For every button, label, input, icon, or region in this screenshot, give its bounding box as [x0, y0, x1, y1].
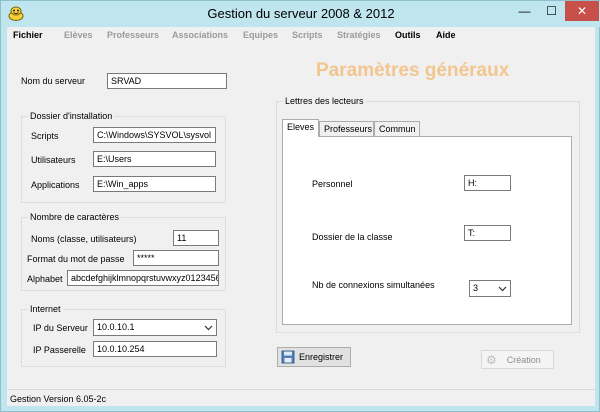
menu-scripts[interactable]: Scripts	[292, 30, 323, 40]
alphabet-label: Alphabet	[27, 274, 63, 284]
connections-value: 3	[473, 283, 479, 293]
connections-combobox[interactable]: 3	[469, 280, 511, 297]
main-panel: Nom du serveur SRVAD Dossier d'installat…	[7, 45, 595, 389]
menu-equipes[interactable]: Equipes	[243, 30, 278, 40]
menu-eleves[interactable]: Elèves	[64, 30, 93, 40]
menu-aide[interactable]: Aide	[436, 30, 456, 40]
names-length-input[interactable]: 11	[173, 230, 219, 246]
menu-professeurs[interactable]: Professeurs	[107, 30, 159, 40]
maximize-button[interactable]: ☐	[538, 1, 565, 21]
names-length-label: Noms (classe, utilisateurs)	[31, 234, 137, 244]
scripts-label: Scripts	[31, 131, 59, 141]
gateway-ip-label: IP Passerelle	[33, 345, 86, 355]
server-name-label: Nom du serveur	[21, 76, 86, 86]
scripts-path-input[interactable]: C:\Windows\SYSVOL\sysvol	[93, 127, 216, 143]
menu-fichier[interactable]: Fichier	[13, 30, 43, 40]
internet-group-title: Internet	[28, 304, 63, 314]
alphabet-input[interactable]: abcdefghijklmnopqrstuvwxyz0123456	[67, 270, 219, 286]
tab-panel-eleves	[282, 136, 572, 325]
internet-groupbox: Internet	[21, 304, 226, 367]
users-label: Utilisateurs	[31, 155, 76, 165]
server-ip-label: IP du Serveur	[33, 323, 88, 333]
personnel-drive-input[interactable]: H:	[464, 175, 511, 191]
chevron-down-icon[interactable]	[204, 322, 213, 333]
drive-letters-title: Lettres des lecteurs	[283, 96, 366, 106]
users-path-input[interactable]: E:\Users	[93, 151, 216, 167]
menu-strategies[interactable]: Stratégies	[337, 30, 381, 40]
chars-group-title: Nombre de caractères	[28, 212, 122, 222]
minimize-button[interactable]: —	[511, 1, 538, 21]
password-format-input[interactable]: *****	[133, 250, 219, 266]
app-window: Gestion du serveur 2008 & 2012 — ☐ ✕ Fic…	[0, 0, 600, 412]
server-ip-value: 10.0.10.1	[97, 322, 135, 332]
class-folder-label: Dossier de la classe	[312, 232, 393, 242]
save-icon	[281, 350, 295, 364]
gateway-ip-input[interactable]: 10.0.10.254	[93, 341, 217, 357]
save-button-label: Enregistrer	[299, 352, 344, 362]
tab-commun[interactable]: Commun	[374, 121, 420, 136]
apps-path-input[interactable]: E:\Win_apps	[93, 176, 216, 192]
section-title: Paramètres généraux	[316, 60, 510, 81]
version-status: Gestion Version 6.05-2c	[10, 394, 107, 404]
class-folder-drive-input[interactable]: T:	[464, 225, 511, 241]
title-bar[interactable]: Gestion du serveur 2008 & 2012 — ☐ ✕	[1, 1, 600, 27]
status-bar: Gestion Version 6.05-2c	[7, 389, 595, 406]
server-ip-combobox[interactable]: 10.0.10.1	[93, 319, 217, 336]
menu-outils[interactable]: Outils	[395, 30, 421, 40]
create-button-label: Création	[506, 354, 541, 365]
chevron-down-icon[interactable]	[498, 283, 507, 294]
save-button[interactable]: Enregistrer	[277, 347, 351, 367]
gear-icon: ⚙	[486, 352, 497, 367]
tab-eleves[interactable]: Eleves	[282, 119, 319, 137]
connections-label: Nb de connexions simultanées	[312, 280, 435, 290]
apps-label: Applications	[31, 180, 80, 190]
server-name-input[interactable]: SRVAD	[107, 73, 227, 89]
tab-professeurs[interactable]: Professeurs	[319, 121, 374, 136]
create-button[interactable]: ⚙ Création	[481, 350, 554, 369]
password-format-label: Format du mot de passe	[27, 254, 125, 264]
menu-bar: Fichier Elèves Professeurs Associations …	[7, 27, 595, 45]
personnel-label: Personnel	[312, 179, 353, 189]
menu-associations[interactable]: Associations	[172, 30, 228, 40]
close-button[interactable]: ✕	[565, 1, 599, 21]
install-group-title: Dossier d'installation	[28, 111, 115, 121]
